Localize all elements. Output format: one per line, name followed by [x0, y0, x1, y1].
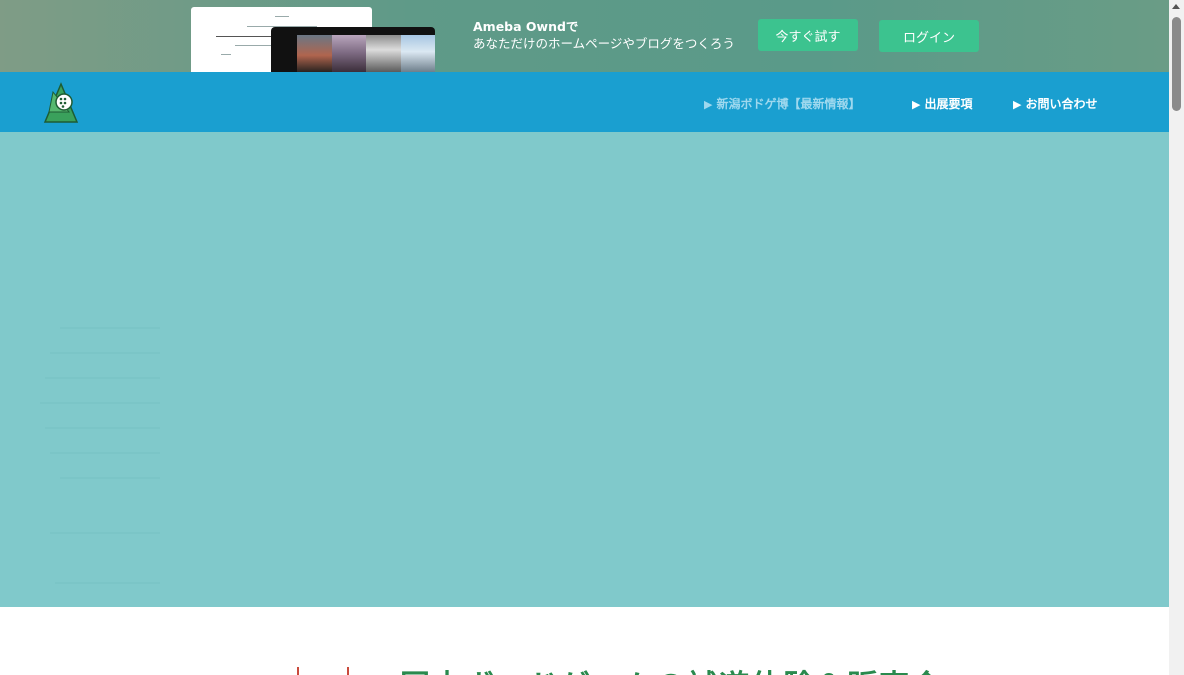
- promo-photo-strip: [297, 35, 435, 72]
- decorative-divider: [347, 667, 349, 675]
- login-button[interactable]: ログイン: [879, 20, 979, 52]
- nav-item-label: 出展要項: [924, 97, 973, 111]
- event-section: 国内ボードゲームの試遊体験＆販売会: [0, 607, 1169, 675]
- snow-mountain-photo: [366, 35, 401, 72]
- promo-brand-line: Ameba Owndで: [473, 19, 579, 34]
- try-now-button[interactable]: 今すぐ試す: [758, 19, 858, 51]
- nav-item-exhibit-guidelines[interactable]: ▶ 出展要項: [912, 95, 972, 112]
- section-heading: 国内ボードゲームの試遊体験＆販売会: [400, 661, 943, 675]
- play-arrow-icon: ▶: [912, 98, 921, 111]
- page-scrollbar[interactable]: [1169, 0, 1184, 675]
- nav-item-contact[interactable]: ▶ お問い合わせ: [1013, 95, 1097, 112]
- promo-banner: Ameba Owndで あなただけのホームページやブログをつくろう 今すぐ試す …: [0, 0, 1169, 72]
- scroll-up-arrow-icon[interactable]: [1172, 4, 1180, 9]
- pier-photo: [400, 35, 435, 72]
- play-arrow-icon: ▶: [1013, 98, 1022, 111]
- decorative-divider: [297, 667, 299, 675]
- nav-item-label: 新潟ボドゲ博【最新情報】: [716, 97, 861, 111]
- mountain-photo: [331, 35, 366, 72]
- scrollbar-thumb[interactable]: [1172, 17, 1181, 111]
- nav-item-label: お問い合わせ: [1025, 97, 1098, 111]
- site-header: [0, 72, 1169, 132]
- play-arrow-icon: ▶: [704, 98, 713, 111]
- hero-image-area: [0, 132, 1169, 607]
- logo-triangle-dice-icon[interactable]: [43, 82, 79, 124]
- bridge-photo: [297, 35, 332, 72]
- nav-item-latest-info[interactable]: ▶ 新潟ボドゲ博【最新情報】: [704, 95, 860, 112]
- promo-text: Ameba Owndで あなただけのホームページやブログをつくろう: [473, 18, 735, 52]
- promo-tagline: あなただけのホームページやブログをつくろう: [473, 36, 735, 51]
